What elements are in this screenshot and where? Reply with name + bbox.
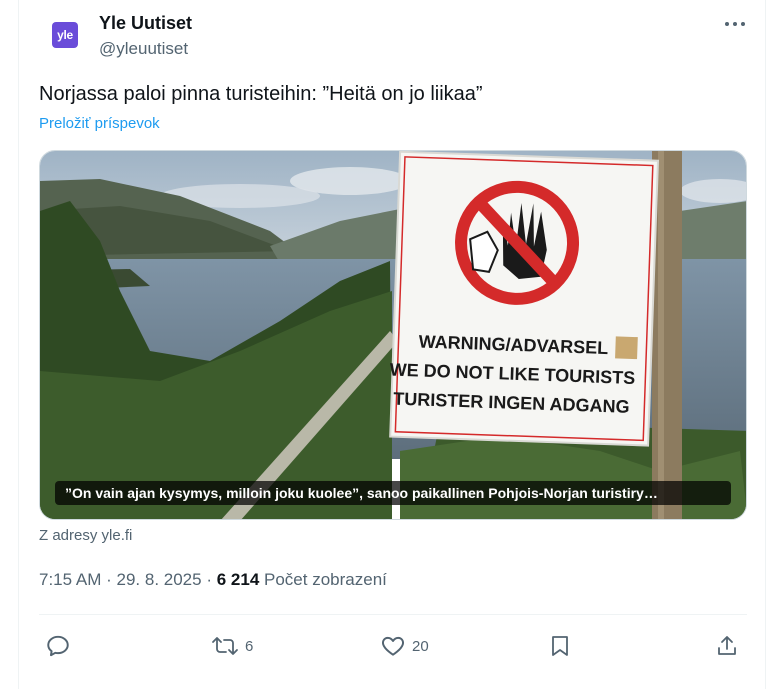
post-date[interactable]: 29. 8. 2025 bbox=[117, 570, 202, 589]
reply-button[interactable] bbox=[45, 631, 71, 661]
media-caption: ”On vain ajan kysymys, milloin joku kuol… bbox=[55, 481, 731, 505]
media-card[interactable]: WARNING/ADVARSEL WE DO NOT LIKE TOURISTS… bbox=[39, 150, 747, 520]
author-name[interactable]: Yle Uutiset bbox=[99, 13, 192, 34]
more-dots-icon bbox=[725, 22, 745, 26]
more-options-button[interactable] bbox=[718, 10, 752, 38]
media-image: WARNING/ADVARSEL WE DO NOT LIKE TOURISTS… bbox=[40, 151, 746, 519]
avatar[interactable]: yle bbox=[52, 22, 78, 48]
timeline-border-left bbox=[18, 0, 19, 689]
meta-separator: · bbox=[106, 570, 112, 589]
link-source[interactable]: Z adresy yle.fi bbox=[39, 527, 132, 544]
views-count: 6 214 bbox=[216, 570, 260, 589]
tweet-text: Norjassa paloi pinna turisteihin: ”Heitä… bbox=[39, 83, 483, 105]
repost-icon bbox=[212, 637, 238, 655]
tweet-meta: 7:15 AM · 29. 8. 2025 · 6 214 Počet zobr… bbox=[39, 570, 387, 590]
translate-link[interactable]: Preložiť príspevok bbox=[39, 115, 160, 132]
repost-count: 6 bbox=[245, 637, 254, 655]
post-time[interactable]: 7:15 AM bbox=[39, 570, 101, 589]
heart-icon bbox=[382, 636, 404, 656]
repost-button[interactable]: 6 bbox=[211, 631, 253, 661]
author-handle[interactable]: @yleuutiset bbox=[99, 39, 188, 59]
share-button[interactable] bbox=[715, 631, 739, 661]
views-label: Počet zobrazení bbox=[264, 570, 387, 589]
like-button[interactable]: 20 bbox=[380, 631, 429, 661]
like-count: 20 bbox=[412, 637, 429, 655]
reply-icon bbox=[47, 635, 69, 657]
bookmark-icon bbox=[552, 636, 568, 656]
share-icon bbox=[718, 636, 736, 655]
bookmark-button[interactable] bbox=[548, 631, 572, 661]
meta-separator: · bbox=[206, 570, 212, 589]
divider bbox=[39, 614, 747, 615]
timeline-border-right bbox=[765, 0, 766, 689]
